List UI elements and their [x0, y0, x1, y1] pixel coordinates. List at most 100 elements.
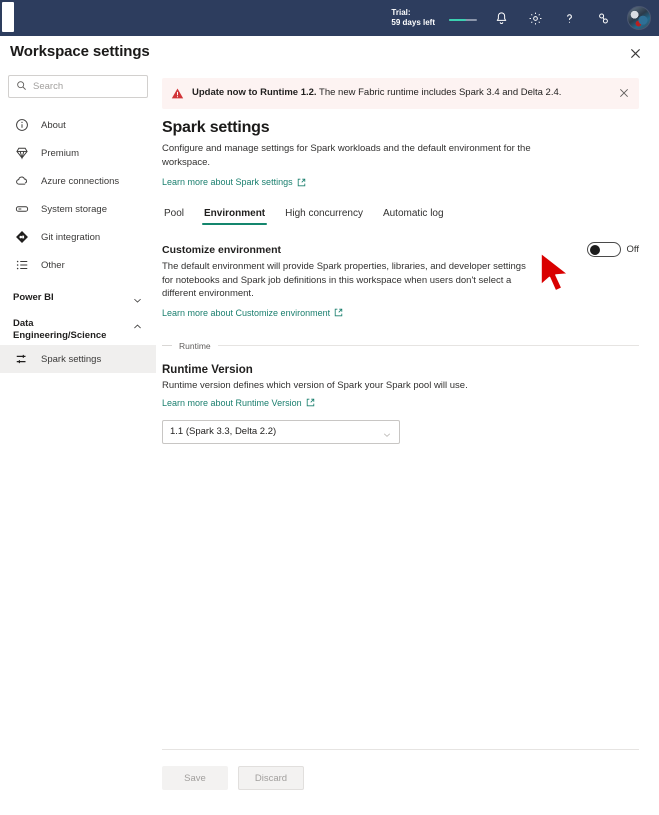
- trial-status[interactable]: Trial: 59 days left: [391, 8, 435, 28]
- sidebar-nav-list: About Premium Azure connections System s…: [0, 111, 156, 279]
- tab-label: Pool: [164, 208, 185, 219]
- sidebar-group-title: Data Engineering/Science: [13, 318, 107, 341]
- tab-label: High concurrency: [285, 208, 363, 219]
- toggle-state-label: Off: [626, 244, 640, 255]
- sidebar-item-about[interactable]: About: [0, 111, 156, 139]
- section-title: Spark settings: [162, 119, 270, 136]
- sidebar-item-spark-settings[interactable]: Spark settings: [0, 345, 156, 373]
- customize-environment-title: Customize environment: [162, 244, 282, 256]
- external-link-icon: [297, 178, 306, 187]
- footer-divider: [162, 749, 639, 750]
- cloud-icon: [14, 173, 30, 189]
- discard-button-label: Discard: [254, 772, 288, 784]
- tab-environment[interactable]: Environment: [194, 208, 275, 225]
- sidebar-item-system-storage[interactable]: System storage: [0, 195, 156, 223]
- runtime-update-banner: Update now to Runtime 1.2. The new Fabri…: [162, 78, 639, 109]
- customize-environment-toggle[interactable]: [586, 242, 621, 257]
- settings-main-panel: Update now to Runtime 1.2. The new Fabri…: [156, 70, 659, 815]
- customize-environment-setting: Customize environment The default enviro…: [162, 242, 640, 321]
- dialog-footer: Save Discard: [162, 749, 639, 790]
- storage-icon: [14, 201, 30, 217]
- banner-rest-text: The new Fabric runtime includes Spark 3.…: [316, 87, 562, 98]
- divider-line: [217, 345, 639, 346]
- app-logo[interactable]: [2, 2, 14, 32]
- help-icon[interactable]: [559, 8, 579, 28]
- tab-pool[interactable]: Pool: [162, 208, 194, 225]
- save-button[interactable]: Save: [162, 766, 228, 790]
- search-box[interactable]: [8, 75, 165, 98]
- discard-button[interactable]: Discard: [238, 766, 304, 790]
- customize-environment-toggle-wrap: Off: [586, 242, 640, 257]
- warning-triangle-icon: [171, 87, 184, 100]
- info-circle-icon: [14, 117, 30, 133]
- learn-more-spark-settings-link[interactable]: Learn more about Spark settings: [162, 177, 306, 187]
- sidebar-item-other[interactable]: Other: [0, 251, 156, 279]
- chevron-down-icon: [132, 293, 144, 305]
- connections-icon[interactable]: [593, 8, 613, 28]
- sliders-icon: [14, 351, 30, 367]
- learn-more-runtime-version-link[interactable]: Learn more about Runtime Version: [162, 398, 315, 408]
- sidebar-item-azure-connections[interactable]: Azure connections: [0, 167, 156, 195]
- learn-more-customize-environment-link[interactable]: Learn more about Customize environment: [162, 308, 343, 318]
- save-button-label: Save: [184, 772, 206, 784]
- trial-days-left: 59 days left: [391, 18, 435, 27]
- sidebar-item-label: About: [41, 119, 66, 131]
- link-label: Learn more about Customize environment: [162, 307, 331, 318]
- banner-bold-text: Update now to Runtime 1.2.: [192, 87, 317, 98]
- page-title: Workspace settings: [10, 43, 150, 60]
- sidebar-item-label: Other: [41, 259, 65, 271]
- customize-environment-description: The default environment will provide Spa…: [162, 261, 526, 299]
- settings-sidebar: About Premium Azure connections: [0, 70, 165, 815]
- tab-label: Automatic log: [382, 208, 444, 219]
- trial-progress-bar: [449, 18, 477, 21]
- runtime-section-divider: Runtime: [162, 341, 639, 351]
- banner-close-icon[interactable]: [619, 85, 631, 97]
- runtime-version-description: Runtime version defines which version of…: [162, 379, 468, 391]
- bell-icon[interactable]: [491, 8, 511, 28]
- sidebar-item-label: System storage: [41, 203, 107, 215]
- sidebar-item-git-integration[interactable]: Git integration: [0, 223, 156, 251]
- sidebar-item-premium[interactable]: Premium: [0, 139, 156, 167]
- external-link-icon: [306, 398, 315, 407]
- sidebar-group-power-bi[interactable]: Power BI: [0, 292, 156, 305]
- runtime-version-dropdown[interactable]: 1.1 (Spark 3.3, Delta 2.2): [162, 419, 400, 444]
- search-icon: [16, 78, 27, 96]
- tab-automatic-log[interactable]: Automatic log: [373, 208, 454, 225]
- workspace-settings-dialog: Trial: 59 days left Workspace settings S…: [0, 0, 659, 815]
- external-link-icon: [334, 308, 343, 317]
- dialog-header: Workspace settings: [0, 36, 659, 68]
- sidebar-item-label: Git integration: [41, 231, 101, 243]
- avatar[interactable]: [627, 6, 651, 30]
- section-description: Configure and manage settings for Spark …: [162, 143, 531, 168]
- runtime-version-title: Runtime Version: [162, 363, 253, 376]
- footer-buttons: Save Discard: [162, 766, 639, 790]
- banner-message: Update now to Runtime 1.2. The new Fabri…: [192, 86, 581, 100]
- tab-high-concurrency[interactable]: High concurrency: [275, 208, 373, 225]
- sidebar-item-label: Spark settings: [41, 353, 102, 365]
- settings-tabs: Pool Environment High concurrency Automa…: [162, 208, 639, 225]
- top-navigation-bar: Trial: 59 days left: [0, 0, 659, 36]
- trial-label: Trial:: [391, 8, 411, 17]
- chevron-up-icon: [132, 319, 144, 331]
- runtime-version-setting: Runtime Version Runtime version defines …: [162, 364, 639, 444]
- topbar-right-cluster: Trial: 59 days left: [391, 6, 659, 30]
- sidebar-group-data-engineering-science[interactable]: Data Engineering/Science: [0, 318, 156, 342]
- git-icon: [14, 229, 30, 245]
- search-input[interactable]: [33, 81, 165, 92]
- sidebar-group-title: Power BI: [13, 292, 54, 303]
- list-icon: [14, 257, 30, 273]
- link-label: Learn more about Spark settings: [162, 177, 293, 187]
- link-label: Learn more about Runtime Version: [162, 397, 302, 408]
- close-icon[interactable]: [626, 44, 644, 62]
- runtime-legend-label: Runtime: [179, 340, 211, 351]
- divider-dash: [162, 345, 172, 346]
- tab-label: Environment: [204, 208, 266, 219]
- settings-content: Spark settings Configure and manage sett…: [156, 109, 659, 444]
- sidebar-item-label: Azure connections: [41, 175, 120, 187]
- diamond-icon: [14, 145, 30, 161]
- sidebar-item-label: Premium: [41, 147, 80, 159]
- runtime-version-selected-value: 1.1 (Spark 3.3, Delta 2.2): [170, 426, 277, 437]
- gear-icon[interactable]: [525, 8, 545, 28]
- chevron-down-icon: [382, 427, 392, 437]
- toggle-knob: [589, 244, 600, 255]
